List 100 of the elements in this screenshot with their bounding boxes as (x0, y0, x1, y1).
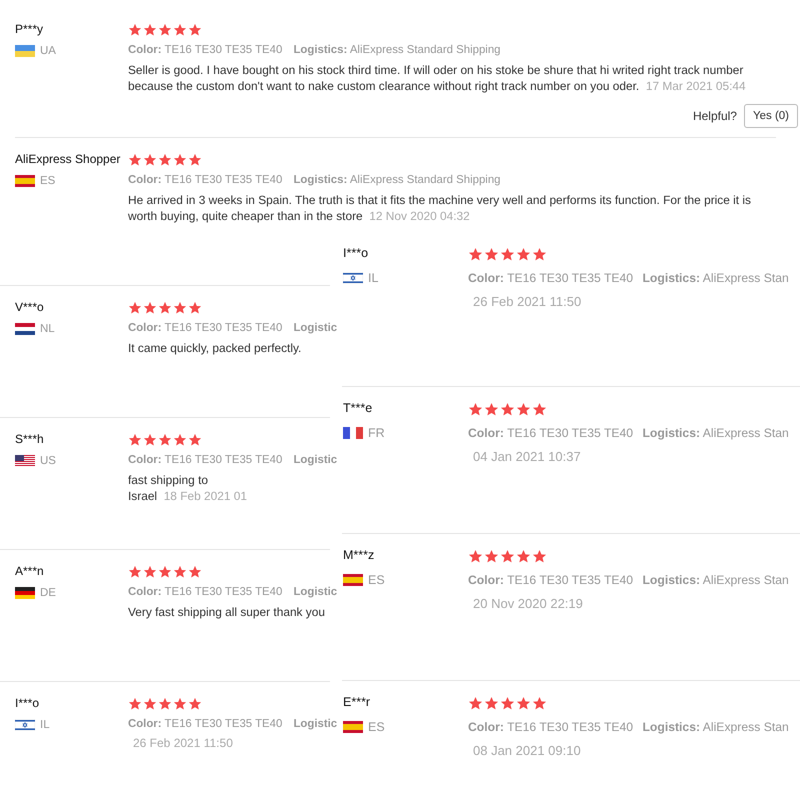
star-icon (484, 548, 499, 564)
flag-icon (15, 455, 35, 467)
color-value: TE16 TE30 TE35 TE40 (164, 174, 282, 186)
reviewer-name: V***o (15, 300, 45, 314)
star-icon (188, 433, 202, 447)
color-value: TE16 TE30 TE35 TE40 (507, 720, 634, 734)
reviewer-name: T***e (343, 401, 374, 415)
logistics-label: Logistics: (642, 573, 700, 587)
logistics-label: Logistics: (642, 720, 700, 734)
star-icon (143, 23, 157, 37)
review-date: 17 Mar 2021 05:44 (646, 79, 746, 93)
logistics-value: AliExpress Stan (702, 271, 789, 285)
review-text: Very fast shipping all super thank you (128, 604, 326, 620)
country-code: IL (368, 271, 378, 285)
color-label: Color: (128, 586, 162, 598)
color-value: TE16 TE30 TE35 TE40 (507, 573, 634, 587)
color-label: Color: (128, 174, 162, 186)
flag-icon (15, 175, 35, 187)
logistics-label: Logistic (293, 322, 338, 334)
logistics-label: Logistic (293, 586, 338, 598)
country-code: DE (40, 587, 56, 599)
star-icon (128, 301, 142, 315)
star-icon (500, 696, 515, 710)
reviewer-name: I***o (15, 696, 40, 710)
reviewer-name: E***r (343, 695, 372, 709)
logistics-value: AliExpress Standard Shipping (350, 174, 501, 186)
star-icon (516, 246, 531, 262)
star-icon (158, 301, 172, 315)
flag-icon (15, 719, 35, 731)
color-label: Color: (128, 44, 162, 56)
flag-icon (343, 721, 363, 733)
logistics-label: Logistics: (642, 426, 700, 440)
reviewer-name: S***h (15, 432, 45, 446)
helpful-yes-button[interactable]: Yes (0) (744, 104, 798, 128)
logistics-value: AliExpress Stan (702, 720, 789, 734)
star-icon (500, 246, 515, 262)
flag-icon (15, 323, 35, 335)
star-icon (173, 23, 187, 37)
color-label: Color: (468, 720, 504, 734)
star-icon (532, 246, 547, 262)
color-label: Color: (128, 718, 162, 730)
star-icon (173, 697, 187, 711)
color-value: TE16 TE30 TE35 TE40 (164, 454, 282, 466)
star-icon (173, 565, 187, 579)
color-label: Color: (468, 426, 504, 440)
star-icon (128, 153, 142, 167)
review-date: 26 Feb 2021 11:50 (473, 294, 582, 309)
star-icon (468, 246, 483, 262)
star-icon (484, 402, 499, 416)
star-icon (158, 153, 172, 167)
star-icon (143, 153, 157, 167)
flag-icon (15, 45, 35, 57)
review-text: fast shipping to Israel 18 Feb 2021 01 (128, 472, 248, 504)
logistics-label: Logistic (293, 718, 338, 730)
star-icon (173, 153, 187, 167)
star-icon (484, 696, 499, 710)
flag-icon (343, 427, 363, 439)
star-icon (468, 402, 483, 416)
color-label: Color: (128, 454, 162, 466)
country-code: FR (368, 426, 385, 440)
review-date: 12 Nov 2020 04:32 (369, 209, 470, 223)
logistics-label: Logistic (293, 454, 338, 466)
color-value: TE16 TE30 TE35 TE40 (164, 718, 282, 730)
color-label: Color: (128, 322, 162, 334)
star-icon (173, 433, 187, 447)
star-icon (532, 548, 547, 564)
star-icon (516, 696, 531, 710)
star-icon (173, 301, 187, 315)
reviewer-name: I***o (343, 246, 370, 260)
review-date: 08 Jan 2021 09:10 (473, 743, 582, 758)
star-icon (128, 433, 142, 447)
star-icon (188, 565, 202, 579)
country-code: ES (368, 720, 385, 734)
star-icon (143, 433, 157, 447)
logistics-value: AliExpress Stan (702, 573, 789, 587)
logistics-label: Logistics: (293, 174, 348, 186)
star-icon (158, 23, 172, 37)
reviewer-name: AliExpress Shopper (15, 152, 122, 166)
country-code: ES (40, 175, 56, 187)
country-code: NL (40, 323, 55, 335)
reviewer-name: A***n (15, 564, 45, 578)
star-icon (500, 548, 515, 564)
review-date: 04 Jan 2021 10:37 (473, 449, 582, 464)
review-text: It came quickly, packed perfectly. (128, 340, 302, 356)
star-icon (128, 565, 142, 579)
review-text: Seller is good. I have bought on his stock third time. If will oder on his stoke be shure that hi writed right track number because the custom don't want to nake custom clearance without right track number on you oder. 17 Mar 2021 05:44 (128, 62, 747, 94)
star-icon (516, 548, 531, 564)
review-date: 20 Nov 2020 22:19 (473, 596, 584, 611)
logistics-label: Logistics: (293, 44, 348, 56)
star-icon (143, 697, 157, 711)
star-icon (158, 697, 172, 711)
star-icon (128, 23, 142, 37)
logistics-value: AliExpress Standard Shipping (350, 44, 501, 56)
color-value: TE16 TE30 TE35 TE40 (507, 426, 634, 440)
star-icon (128, 697, 142, 711)
star-icon (468, 548, 483, 564)
star-icon (143, 301, 157, 315)
flag-icon (343, 574, 363, 586)
star-icon (188, 697, 202, 711)
star-icon (158, 565, 172, 579)
